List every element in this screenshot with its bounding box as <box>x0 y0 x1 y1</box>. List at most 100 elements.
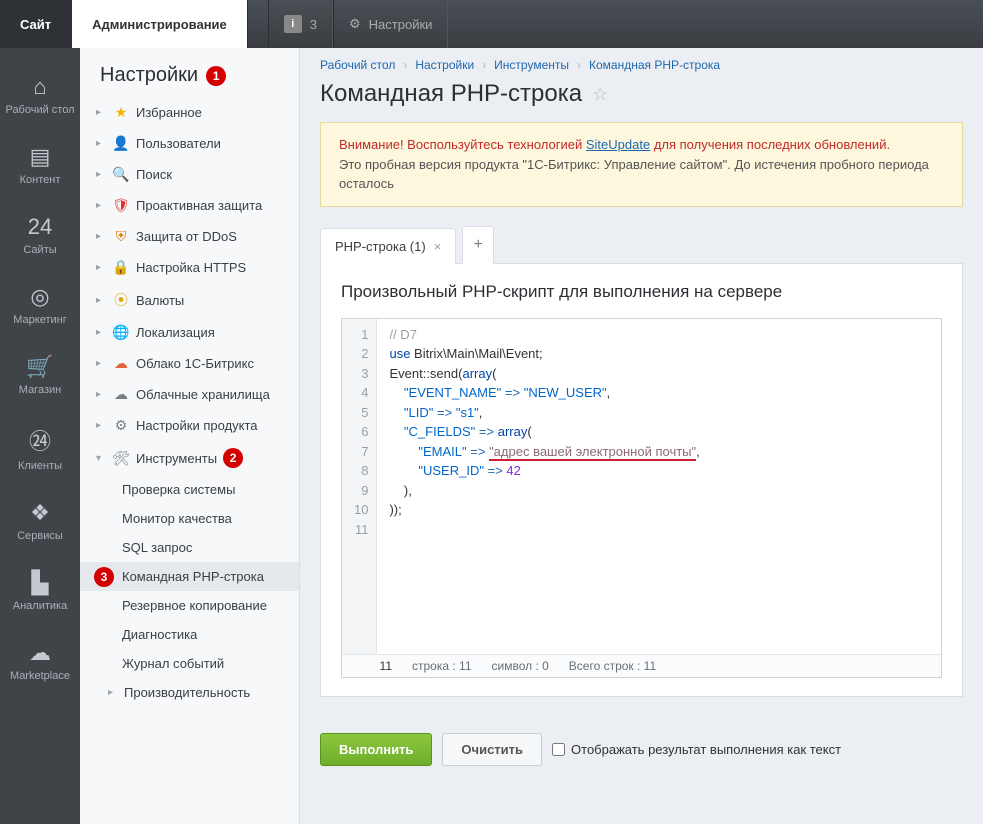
sidebar-tree: ▸★Избранное ▸ 👤 Пользователи ▸🔍Поиск▸🛡Проакт… <box>80 97 299 707</box>
alert-box: Внимание! Воспользуйтесь технологией Sit… <box>320 122 963 207</box>
text-result-checkbox[interactable] <box>552 743 565 756</box>
tree-icon: 🛡 <box>112 197 130 214</box>
tree-subitem[interactable]: Журнал событий <box>80 649 299 678</box>
tree-subitem[interactable]: ▸Производительность <box>80 678 299 707</box>
tree-item[interactable]: ▸ 👤 Пользователи <box>80 128 299 159</box>
rail-label: Сервисы <box>17 530 63 542</box>
tree-subitem[interactable]: 3 Командная PHP-строка <box>80 562 299 591</box>
tree-subitem[interactable]: Резервное копирование <box>80 591 299 620</box>
main-area: Рабочий стол›Настройки›Инструменты›Коман… <box>300 48 983 824</box>
rail-label: Рабочий стол <box>5 104 74 116</box>
tree-item[interactable]: ▸☁Облачные хранилища <box>80 379 299 410</box>
tree-label: Локализация <box>136 325 215 340</box>
tree-item[interactable]: ▸☁Облако 1С-Битрикс <box>80 348 299 379</box>
line-gutter: 1234567891011 <box>342 319 377 654</box>
rail-item[interactable]: ❖Сервисы <box>0 486 80 556</box>
rail-item[interactable]: 24 Сайты <box>0 200 80 270</box>
tree-item[interactable]: ▾🛠Инструменты 2 <box>80 441 299 475</box>
caret-icon: ▸ <box>96 138 106 149</box>
clear-button[interactable]: Очистить <box>442 733 542 766</box>
close-icon[interactable]: × <box>434 239 442 254</box>
alert-warn: Внимание! Воспользуйтесь технологией Sit… <box>339 137 890 152</box>
rail-label: Сайты <box>23 244 56 256</box>
rail-label: Контент <box>20 174 61 186</box>
caret-icon: ▸ <box>96 389 106 400</box>
run-button[interactable]: Выполнить <box>320 733 432 766</box>
tree-sub-label: Журнал событий <box>122 656 224 671</box>
tree-subitem[interactable]: Диагностика <box>80 620 299 649</box>
tree-icon: 👤 <box>112 135 130 152</box>
rail-item[interactable]: 🛒Магазин <box>0 340 80 410</box>
info-icon: i <box>284 15 302 33</box>
breadcrumb: Рабочий стол›Настройки›Инструменты›Коман… <box>300 48 983 76</box>
code-editor[interactable]: 1234567891011 // D7 use Bitrix\Main\Mail… <box>341 318 942 678</box>
status-cur: 11 <box>352 659 392 673</box>
info-block[interactable]: i 3 <box>268 0 333 48</box>
top-settings-label: Настройки <box>369 17 433 32</box>
info-count: 3 <box>310 17 317 32</box>
tree-icon: 🔒 <box>112 259 130 276</box>
sidebar-title-row: Настройки 1 <box>80 48 299 97</box>
rail-item[interactable]: ◎Маркетинг <box>0 270 80 340</box>
rail-item[interactable]: ☁Marketplace <box>0 626 80 696</box>
tab-php-line[interactable]: PHP-строка (1) × <box>320 228 456 264</box>
tree-item[interactable]: ▸⦿Валюты <box>80 283 299 317</box>
crumb-link[interactable]: Командная PHP-строка <box>589 58 720 72</box>
rail-item[interactable]: ▤Контент <box>0 130 80 200</box>
crumb-link[interactable]: Инструменты <box>494 58 569 72</box>
tree-sub-label: Командная PHP-строка <box>122 569 264 584</box>
top-settings[interactable]: ⚙ Настройки <box>333 0 448 48</box>
tree-item[interactable]: ▸⛨Защита от DDoS <box>80 221 299 252</box>
rail-label: Маркетинг <box>13 314 66 326</box>
caret-icon: ▸ <box>96 295 106 306</box>
caret-icon: ▸ <box>96 420 106 431</box>
tab-admin[interactable]: Администрирование <box>72 0 248 48</box>
status-col: символ : 0 <box>492 659 549 673</box>
crumb-sep: › <box>482 58 486 72</box>
tree-label: Валюты <box>136 293 184 308</box>
badge-1: 1 <box>206 66 226 86</box>
tab-site[interactable]: Сайт <box>0 0 72 48</box>
tree-item[interactable]: ▸🌐Локализация <box>80 317 299 348</box>
tree-icon: ⚙ <box>112 417 130 434</box>
rail-label: Клиенты <box>18 460 62 472</box>
sidebar: Настройки 1 ▸★Избранное ▸ 👤 Пользователи ▸🔍П… <box>80 48 300 824</box>
actions-row: Выполнить Очистить Отображать результат … <box>320 733 963 766</box>
favorite-star-icon[interactable]: ☆ <box>592 84 608 105</box>
tree-item[interactable]: ▸🔍Поиск <box>80 159 299 190</box>
panel: Произвольный PHP-скрипт для выполнения н… <box>320 264 963 697</box>
rail-label: Marketplace <box>10 670 70 682</box>
caret-icon: ▸ <box>96 231 106 242</box>
tree-label: Поиск <box>136 167 172 182</box>
crumb-link[interactable]: Рабочий стол <box>320 58 395 72</box>
caret-icon: ▸ <box>96 169 106 180</box>
rail-item[interactable]: ㉔Клиенты <box>0 410 80 486</box>
tree-label: Пользователи <box>136 136 221 151</box>
caret-icon: ▸ <box>96 327 106 338</box>
tree-label: Облако 1С-Битрикс <box>136 356 254 371</box>
add-tab-button[interactable]: + <box>462 226 494 264</box>
tree-sub-label: Диагностика <box>122 627 197 642</box>
tree-subitem[interactable]: SQL запрос <box>80 533 299 562</box>
tree-item[interactable]: ▸⚙Настройки продукта <box>80 410 299 441</box>
tree-sub-label: Проверка системы <box>122 482 235 497</box>
badge-3: 3 <box>94 567 114 587</box>
sidebar-title: Настройки <box>100 64 198 87</box>
caret-icon: ▾ <box>96 453 106 464</box>
rail-item[interactable]: ⌂Рабочий стол <box>0 60 80 130</box>
tree-subitem[interactable]: Монитор качества <box>80 504 299 533</box>
text-result-label[interactable]: Отображать результат выполнения как текс… <box>552 742 841 757</box>
crumb-link[interactable]: Настройки <box>415 58 474 72</box>
tree-icon: ☁ <box>112 355 130 372</box>
tree-item[interactable]: ▸🛡Проактивная защита <box>80 190 299 221</box>
tree-item[interactable]: ▸🔒Настройка HTTPS <box>80 252 299 283</box>
tree-item[interactable]: ▸★Избранное <box>80 97 299 128</box>
tree-subitem[interactable]: Проверка системы <box>80 475 299 504</box>
status-line: строка : 11 <box>412 659 472 673</box>
rail-item[interactable]: ▙Аналитика <box>0 556 80 626</box>
tree-label: Защита от DDoS <box>136 229 237 244</box>
tree-icon: 🛠 <box>112 450 130 467</box>
rail-icon: 24 <box>0 214 80 240</box>
siteupdate-link[interactable]: SiteUpdate <box>586 137 650 152</box>
code-content[interactable]: // D7 use Bitrix\Main\Mail\Event; Event:… <box>377 319 941 654</box>
